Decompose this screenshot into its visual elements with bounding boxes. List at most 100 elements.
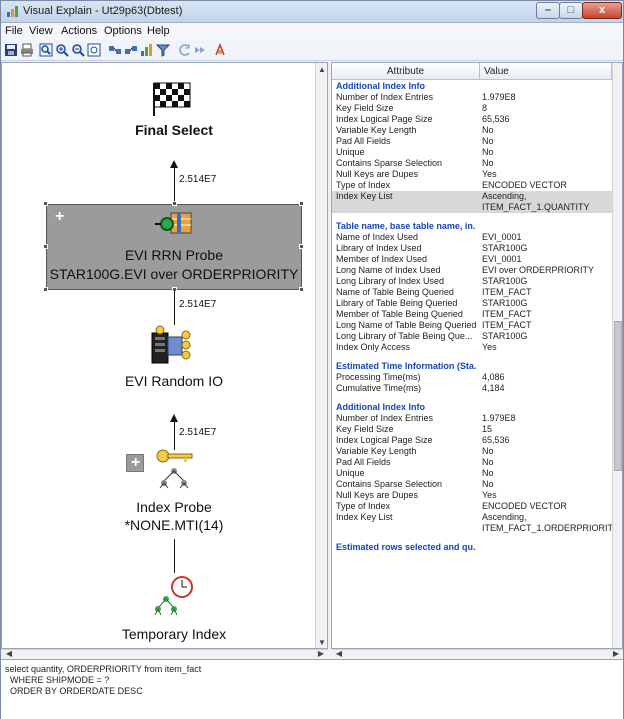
expand-icon[interactable] [108, 43, 122, 57]
menu-actions[interactable]: Actions [61, 25, 97, 37]
attributes-vertical-scrollbar[interactable] [612, 63, 622, 648]
attribute-section-header[interactable]: Estimated Time Information (Sta... [332, 361, 612, 372]
attribute-row[interactable]: Index Key List Ascending, ITEM_FACT_1.ORDE… [332, 512, 614, 534]
attribute-value: Yes [482, 169, 497, 179]
attribute-row[interactable]: Member of Index Used EVI_0001 [332, 254, 612, 265]
attribute-row[interactable]: Long Library of Index Used STAR100G [332, 276, 612, 287]
attribute-row[interactable]: Variable Key Length No [332, 125, 612, 136]
attribute-row[interactable]: Key Field Size 8 [332, 103, 612, 114]
temporary-index-icon[interactable] [152, 575, 194, 617]
scroll-left-icon[interactable]: ◀ [333, 649, 345, 658]
statistics-icon[interactable] [140, 43, 154, 57]
attribute-row[interactable]: Long Name of Index Used EVI over ORDERPRI… [332, 265, 612, 276]
zoom-in-icon[interactable] [55, 43, 69, 57]
attribute-row[interactable]: Contains Sparse Selection No [332, 479, 612, 490]
close-button[interactable]: x [582, 2, 622, 19]
refresh-icon[interactable] [213, 43, 227, 57]
attribute-row[interactable]: Processing Time(ms) 4,086 [332, 372, 612, 383]
attribute-section-header[interactable]: Additional Index Info [332, 81, 612, 92]
scroll-up-icon[interactable]: ▲ [316, 65, 327, 74]
zoom-fit-icon[interactable] [39, 43, 53, 57]
attribute-row[interactable]: Cumulative Time(ms) 4,184 [332, 383, 612, 394]
filter-icon[interactable] [156, 43, 170, 57]
resize-handle[interactable] [43, 201, 48, 206]
random-io-icon[interactable] [150, 325, 192, 365]
scroll-right-icon[interactable]: ▶ [315, 649, 327, 658]
attribute-row[interactable]: Pad All Fields No [332, 457, 612, 468]
attribute-row[interactable]: Type of Index ENCODED VECTOR [332, 180, 612, 191]
query-graph-pane[interactable]: Final Select 2.514E7 + EVI RRN Probe STA… [1, 62, 328, 649]
zoom-reset-icon[interactable] [87, 43, 101, 57]
attribute-row[interactable]: Index Key List Ascending, ITEM_FACT_1.QUAN… [332, 191, 612, 213]
index-probe-icon[interactable] [154, 449, 194, 489]
collapse-icon[interactable] [124, 43, 138, 57]
attribute-row[interactable]: Library of Table Being Queried STAR100G [332, 298, 612, 309]
attribute-row[interactable]: Type of Index ENCODED VECTOR [332, 501, 612, 512]
expand-node-icon[interactable]: + [55, 208, 64, 226]
attribute-row[interactable]: Name of Index Used EVI_0001 [332, 232, 612, 243]
attribute-name: Type of Index [336, 180, 391, 190]
attribute-name: Library of Index Used [336, 243, 422, 253]
resize-handle[interactable] [43, 244, 48, 249]
attribute-row[interactable]: Long Library of Table Being Que... STAR10… [332, 331, 612, 342]
resize-handle[interactable] [172, 201, 177, 206]
forward-icon[interactable] [193, 43, 207, 57]
attribute-row[interactable]: Key Field Size 15 [332, 424, 612, 435]
attribute-row[interactable]: Unique No [332, 468, 612, 479]
attribute-row[interactable]: Number of Index Entries 1.979E8 [332, 413, 612, 424]
maximize-button[interactable]: □ [559, 2, 583, 19]
attribute-row[interactable]: Pad All Fields No [332, 136, 612, 147]
node-evi-rrn-probe[interactable]: + EVI RRN Probe STAR100G.EVI over ORDERP… [46, 204, 302, 290]
attribute-row[interactable]: Contains Sparse Selection No [332, 158, 612, 169]
attribute-name: Table name, base table name, in... [336, 221, 476, 231]
graph-horizontal-scrollbar[interactable]: ◀ ▶ [2, 649, 328, 659]
save-icon[interactable] [4, 43, 18, 57]
evi-probe-icon [155, 212, 192, 234]
resize-handle[interactable] [299, 244, 304, 249]
attribute-row[interactable]: Index Logical Page Size 65,536 [332, 114, 612, 125]
scroll-thumb[interactable] [614, 321, 622, 471]
scroll-left-icon[interactable]: ◀ [3, 649, 15, 658]
menu-view[interactable]: View [29, 25, 53, 37]
resize-handle[interactable] [299, 287, 304, 292]
attribute-row[interactable]: Unique No [332, 147, 612, 158]
attribute-value: No [482, 468, 494, 478]
attribute-name: Name of Table Being Queried [336, 287, 454, 297]
attribute-row[interactable]: Long Name of Table Being Queried ITEM_FAC… [332, 320, 612, 331]
attribute-section-header[interactable]: Estimated rows selected and qu... [332, 542, 612, 553]
attribute-row[interactable]: Library of Index Used STAR100G [332, 243, 612, 254]
attribute-value: No [482, 446, 494, 456]
menu-help[interactable]: Help [147, 25, 170, 37]
attribute-section-header[interactable]: Additional Index Info [332, 402, 612, 413]
attribute-row[interactable]: Index Only Access Yes [332, 342, 612, 353]
scroll-right-icon[interactable]: ▶ [610, 649, 622, 658]
attribute-row[interactable]: Member of Table Being Queried ITEM_FACT [332, 309, 612, 320]
resize-handle[interactable] [43, 287, 48, 292]
attribute-value: Yes [482, 342, 497, 352]
attribute-row[interactable]: Index Logical Page Size 65,536 [332, 435, 612, 446]
column-header-attribute[interactable]: Attribute [332, 63, 480, 80]
sql-statement-panel[interactable]: select quantity, ORDERPRIORITY from item… [1, 659, 623, 719]
print-icon[interactable] [20, 43, 34, 57]
graph-vertical-scrollbar[interactable]: ▲ ▼ [315, 63, 327, 648]
final-select-flag-icon[interactable] [152, 81, 192, 117]
column-header-value[interactable]: Value [480, 63, 612, 80]
attribute-row[interactable]: Number of Index Entries 1.979E8 [332, 92, 612, 103]
attribute-row[interactable]: Name of Table Being Queried ITEM_FACT [332, 287, 612, 298]
attribute-row[interactable]: Null Keys are Dupes Yes [332, 169, 612, 180]
resize-handle[interactable] [299, 201, 304, 206]
attribute-row[interactable]: Null Keys are Dupes Yes [332, 490, 612, 501]
back-icon[interactable] [177, 43, 191, 57]
attribute-section-header[interactable]: Table name, base table name, in... [332, 221, 612, 232]
attribute-row[interactable]: Variable Key Length No [332, 446, 612, 457]
menu-file[interactable]: File [5, 25, 23, 37]
attribute-value: Yes [482, 490, 497, 500]
attributes-horizontal-scrollbar[interactable]: ◀ ▶ [332, 649, 623, 659]
expand-node-icon: + [131, 454, 141, 471]
attribute-value: 4,184 [482, 383, 505, 393]
menu-options[interactable]: Options [104, 25, 142, 37]
zoom-out-icon[interactable] [71, 43, 85, 57]
expand-node-button[interactable]: + [126, 454, 144, 472]
scroll-down-icon[interactable]: ▼ [316, 638, 327, 647]
minimize-button[interactable]: – [536, 2, 560, 19]
